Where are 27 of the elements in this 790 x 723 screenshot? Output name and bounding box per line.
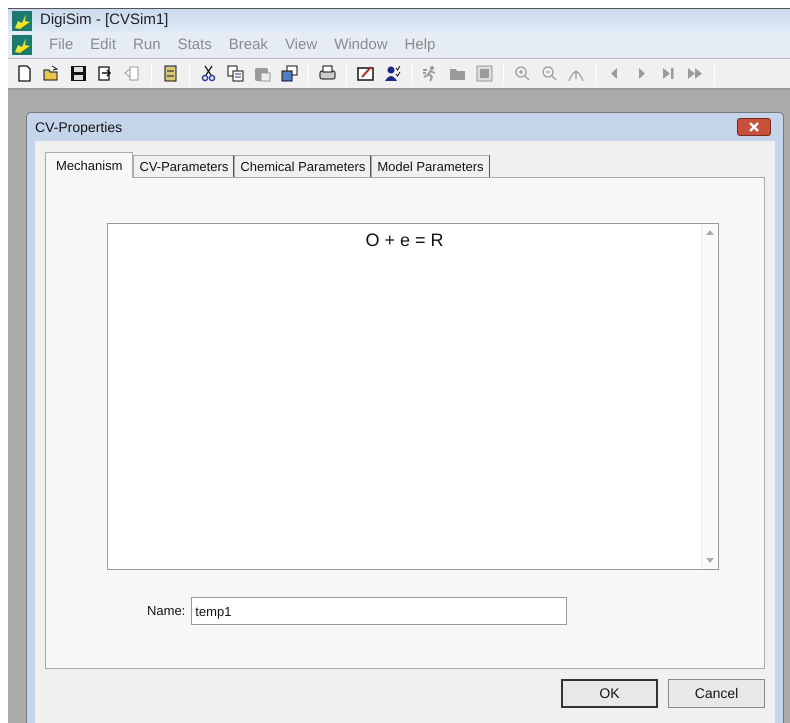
name-label: Name:	[147, 602, 186, 620]
app-logo-icon	[12, 35, 32, 55]
document-icon[interactable]	[16, 65, 33, 82]
ok-button[interactable]: OK	[561, 679, 658, 708]
copy-icon[interactable]	[227, 65, 244, 82]
tab[interactable]: Mechanism	[45, 152, 134, 178]
window-title: DigiSim - [CVSim1]	[40, 10, 168, 30]
close-icon	[748, 122, 760, 132]
printer-icon[interactable]	[319, 65, 336, 82]
file-cabinet-icon[interactable]	[162, 65, 179, 82]
scroll-up-icon[interactable]	[706, 230, 714, 235]
tab[interactable]: Chemical Parameters	[234, 155, 372, 177]
scrollbar[interactable]	[701, 224, 718, 569]
dialog-title: CV-Properties	[35, 118, 122, 137]
person-check-icon[interactable]	[384, 65, 401, 82]
name-field[interactable]: temp1	[191, 597, 568, 625]
chart-pen-icon[interactable]	[357, 65, 374, 82]
scissors-icon[interactable]	[200, 65, 217, 82]
tab[interactable]: Model Parameters	[371, 155, 490, 177]
export-icon[interactable]	[97, 65, 114, 82]
tab[interactable]: CV-Parameters	[133, 155, 234, 177]
app-logo-icon	[12, 10, 32, 30]
folder-icon[interactable]	[43, 65, 60, 82]
close-button[interactable]	[737, 118, 771, 136]
scroll-down-icon[interactable]	[706, 558, 714, 563]
windows-icon[interactable]	[281, 65, 298, 82]
cancel-button[interactable]: Cancel	[668, 679, 765, 708]
